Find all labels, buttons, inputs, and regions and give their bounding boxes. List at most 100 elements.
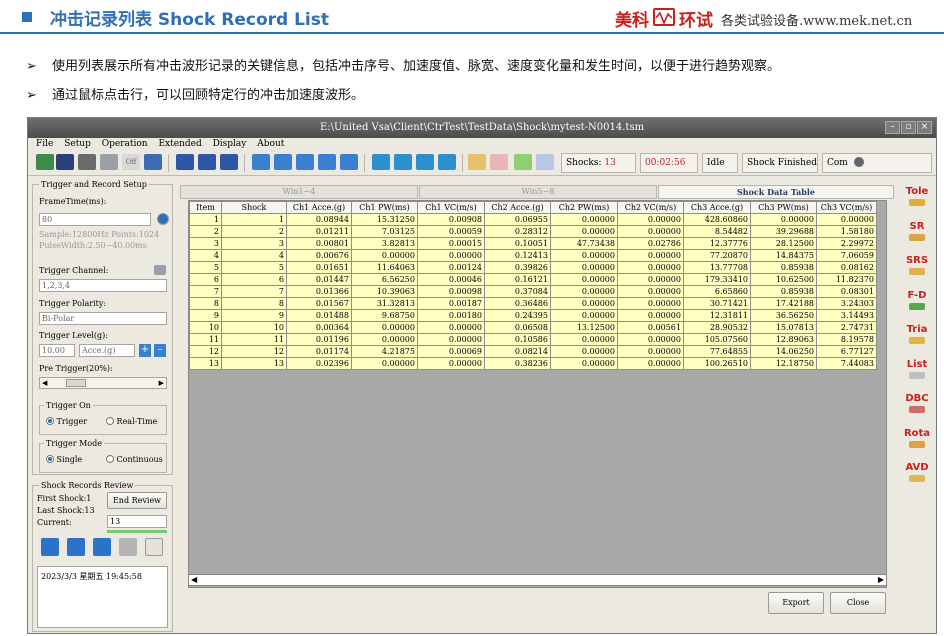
- arrow-bullet-icon: ➢: [26, 59, 37, 74]
- export-button[interactable]: Export: [768, 592, 824, 614]
- tab-shock-data-table[interactable]: Shock Data Table: [658, 185, 894, 199]
- table-row[interactable]: 5 5 0.01651 11.64063 0.00124 0.39826 0.00000 0.…: [189, 261, 877, 274]
- off-icon[interactable]: Off: [122, 154, 140, 170]
- sidebar-tool-1[interactable]: SR: [902, 221, 932, 249]
- radio-continuous[interactable]: Continuous: [106, 455, 163, 464]
- apply-frame-time-icon[interactable]: [157, 213, 169, 225]
- pre-trigger-slider[interactable]: ◀ ▶: [39, 377, 167, 389]
- column-header[interactable]: Ch2 VC(m/s): [617, 201, 684, 214]
- column-header[interactable]: Ch1 VC(m/s): [417, 201, 485, 214]
- table-view-icon[interactable]: [145, 538, 163, 556]
- play-icon[interactable]: [93, 538, 111, 556]
- table-row[interactable]: 3 3 0.00801 3.82813 0.00015 0.10051 47.73438 0.…: [189, 237, 877, 250]
- current-shock-input[interactable]: 13: [107, 515, 167, 528]
- zoom-in-icon[interactable]: [372, 154, 390, 170]
- channel-link-icon[interactable]: [154, 265, 166, 275]
- sidebar-tool-7[interactable]: Rota: [902, 428, 932, 456]
- table-row[interactable]: 7 7 0.01366 10.39063 0.00098 0.37084 0.00000 0.…: [189, 285, 877, 298]
- table-row[interactable]: 11 11 0.01196 0.00000 0.00000 0.10586 0.00000 0…: [189, 333, 877, 346]
- save-icon[interactable]: [56, 154, 74, 170]
- layout-1-icon[interactable]: [252, 154, 270, 170]
- zoom-out-icon[interactable]: [394, 154, 412, 170]
- column-header[interactable]: Ch3 Acce.(g): [683, 201, 751, 214]
- column-header[interactable]: Ch2 Acce.(g): [484, 201, 551, 214]
- level-increase-button[interactable]: +: [139, 344, 151, 357]
- window-titlebar[interactable]: E:\United Vsa\Client\CtrTest\TestData\Sh…: [28, 118, 936, 138]
- tools-icon[interactable]: [78, 154, 96, 170]
- review-log[interactable]: 2023/3/3 星期五 19:45:58: [37, 566, 168, 628]
- tab-win1-4[interactable]: Win1~4: [180, 185, 418, 199]
- sidebar-tool-2[interactable]: SRS: [902, 255, 932, 283]
- scroll-right-icon[interactable]: ▶: [878, 575, 884, 584]
- level-decrease-button[interactable]: –: [154, 344, 166, 357]
- table-row[interactable]: 10 10 0.00364 0.00000 0.00000 0.06508 13.12500…: [189, 321, 877, 334]
- table-cell: 0.00676: [286, 249, 352, 262]
- close-button[interactable]: Close: [830, 592, 886, 614]
- restore-button[interactable]: ▫: [901, 121, 916, 134]
- column-header[interactable]: Item: [189, 201, 222, 214]
- trigger-level-unit-select[interactable]: Acce.(g): [79, 344, 135, 357]
- menu-display[interactable]: Display: [213, 138, 247, 150]
- radio-real-time[interactable]: Real-Time: [106, 417, 157, 426]
- frame-time-select[interactable]: 80: [39, 213, 151, 226]
- horizontal-scrollbar[interactable]: ◀ ▶: [188, 574, 887, 586]
- sidebar-tool-6[interactable]: DBC: [902, 393, 932, 421]
- table-row[interactable]: 4 4 0.00676 0.00000 0.00000 0.12413 0.00000 0.0…: [189, 249, 877, 262]
- menu-file[interactable]: File: [36, 138, 53, 150]
- layout-3-icon[interactable]: [296, 154, 314, 170]
- column-header[interactable]: Ch1 PW(ms): [351, 201, 418, 214]
- sidebar-tool-5[interactable]: List: [902, 359, 932, 387]
- brush-icon[interactable]: [468, 154, 486, 170]
- radio-single[interactable]: Single: [46, 455, 82, 464]
- trigger-polarity-select[interactable]: Bi-Polar: [39, 312, 167, 325]
- trigger-level-input[interactable]: 10.00: [39, 344, 75, 357]
- cursor-icon[interactable]: [438, 154, 456, 170]
- delete-icon[interactable]: [119, 538, 137, 556]
- scroll-left-icon[interactable]: ◀: [191, 575, 197, 584]
- next-record-icon[interactable]: [67, 538, 85, 556]
- shock-data-table[interactable]: Item Shock Ch1 Acce.(g) Ch1 PW(ms) Ch1 V…: [188, 200, 887, 588]
- pulse-icon[interactable]: [176, 154, 194, 170]
- trigger-channel-field[interactable]: 1,2,3,4: [39, 279, 167, 292]
- sidebar-tool-0[interactable]: Tole: [902, 186, 932, 214]
- waveform-icon[interactable]: [220, 154, 238, 170]
- layout-2-icon[interactable]: [274, 154, 292, 170]
- menu-about[interactable]: About: [257, 138, 284, 150]
- menu-operation[interactable]: Operation: [102, 138, 148, 150]
- pulse-shape-icon[interactable]: [198, 154, 216, 170]
- first-record-icon[interactable]: [41, 538, 59, 556]
- table-row[interactable]: 2 2 0.01211 7.03125 0.00059 0.28312 0.00000 0.0…: [189, 225, 877, 238]
- column-header[interactable]: Ch2 PW(ms): [550, 201, 618, 214]
- layout-grid-icon[interactable]: [340, 154, 358, 170]
- monitor-icon[interactable]: [144, 154, 162, 170]
- open-icon[interactable]: [36, 154, 54, 170]
- sidebar-tool-4[interactable]: Tria: [902, 324, 932, 352]
- radio-trigger[interactable]: Trigger: [46, 417, 87, 426]
- sidebar-tool-8[interactable]: AVD: [902, 462, 932, 490]
- minimize-button[interactable]: –: [885, 121, 900, 134]
- brand-tagline: 各类试验设备.www.mek.net.cn: [721, 14, 913, 29]
- close-window-button[interactable]: ×: [917, 121, 932, 134]
- table-row[interactable]: 13 13 0.02396 0.00000 0.00000 0.38236 0.00000 0…: [189, 357, 877, 370]
- end-review-button[interactable]: End Review: [107, 492, 167, 509]
- help-icon[interactable]: [536, 154, 554, 170]
- table-row[interactable]: 12 12 0.01174 4.21875 0.00069 0.08214 0.00000 0…: [189, 345, 877, 358]
- slider-thumb[interactable]: [66, 379, 86, 387]
- menu-extended[interactable]: Extended: [158, 138, 201, 150]
- print-icon[interactable]: [514, 154, 532, 170]
- layout-4-icon[interactable]: [318, 154, 336, 170]
- table-row[interactable]: 9 9 0.01488 9.68750 0.00180 0.24395 0.00000 0.0…: [189, 309, 877, 322]
- column-header[interactable]: Ch1 Acce.(g): [286, 201, 352, 214]
- tab-win5-8[interactable]: Win5~8: [419, 185, 657, 199]
- fit-icon[interactable]: [416, 154, 434, 170]
- column-header[interactable]: Shock: [221, 201, 287, 214]
- menu-setup[interactable]: Setup: [64, 138, 91, 150]
- auto-scale-icon[interactable]: [490, 154, 508, 170]
- column-header[interactable]: Ch3 VC(m/s): [816, 201, 877, 214]
- table-row[interactable]: 1 1 0.08944 15.31250 0.00908 0.06955 0.00000 0.…: [189, 213, 877, 226]
- table-row[interactable]: 6 6 0.01447 6.56250 0.00046 0.16121 0.00000 0.0…: [189, 273, 877, 286]
- plug-icon[interactable]: [100, 154, 118, 170]
- column-header[interactable]: Ch3 PW(ms): [750, 201, 817, 214]
- sidebar-tool-3[interactable]: F-D: [902, 290, 932, 318]
- table-row[interactable]: 8 8 0.01567 31.32813 0.00187 0.36486 0.00000 0.…: [189, 297, 877, 310]
